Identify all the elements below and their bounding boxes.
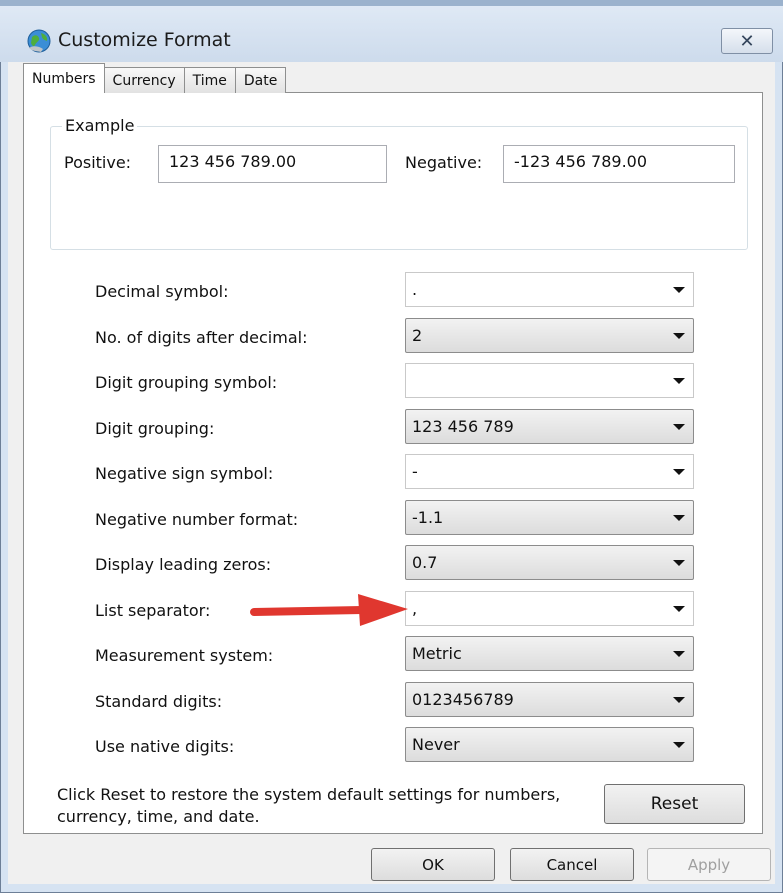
decimal-symbol-combo[interactable]: . [405,272,694,307]
cancel-button-label: Cancel [546,855,598,874]
digit-grouping-label: Digit grouping: [95,419,215,438]
close-icon: ✕ [739,30,755,52]
chevron-down-icon[interactable] [673,515,685,521]
display-leading-zeros-value: 0.7 [412,553,438,572]
standard-digits-combo[interactable]: 0123456789 [405,682,694,717]
tab-numbers[interactable]: Numbers [23,63,105,93]
chevron-down-icon[interactable] [673,651,685,657]
chevron-down-icon[interactable] [673,378,685,384]
negative-sign-symbol-value: - [412,462,418,481]
apply-button[interactable]: Apply [647,848,771,881]
positive-label: Positive: [64,153,132,172]
negative-label: Negative: [405,153,483,172]
chevron-down-icon[interactable] [673,742,685,748]
no-of-digits-after-decimal-value: 2 [412,326,423,345]
positive-example-value: 123 456 789.00 [169,152,297,171]
tab-time[interactable]: Time [183,67,236,93]
title-bar: Customize Format ✕ [0,6,783,62]
display-leading-zeros-combo[interactable]: 0.7 [405,545,694,580]
negative-sign-symbol-label: Negative sign symbol: [95,464,274,483]
measurement-system-value: Metric [412,644,462,663]
globe-icon [27,29,51,53]
display-leading-zeros-label: Display leading zeros: [95,555,272,574]
use-native-digits-value: Never [412,735,460,754]
negative-example-value: -123 456 789.00 [514,152,648,171]
negative-number-format-label: Negative number format: [95,510,299,529]
window-title: Customize Format [58,29,231,51]
measurement-system-combo[interactable]: Metric [405,636,694,671]
negative-number-format-combo[interactable]: -1.1 [405,500,694,535]
chevron-down-icon[interactable] [673,697,685,703]
chevron-down-icon[interactable] [673,606,685,612]
use-native-digits-combo[interactable]: Never [405,727,694,762]
tab-date[interactable]: Date [234,67,287,93]
list-separator-combo[interactable]: , [405,591,694,626]
ok-button-label: OK [422,855,444,874]
chevron-down-icon[interactable] [673,287,685,293]
chevron-down-icon[interactable] [673,469,685,475]
chevron-down-icon[interactable] [673,560,685,566]
negative-sign-symbol-combo[interactable]: - [405,454,694,489]
example-legend: Example [62,116,138,135]
chevron-down-icon[interactable] [673,424,685,430]
digit-grouping-symbol-label: Digit grouping symbol: [95,373,278,392]
close-button[interactable]: ✕ [721,28,773,54]
negative-example-box: -123 456 789.00 [503,145,735,183]
tab-currency[interactable]: Currency [103,67,185,93]
tab-strip: Numbers Currency Time Date [23,63,287,93]
ok-button[interactable]: OK [371,848,495,881]
list-separator-value: , [412,599,418,618]
no-of-digits-after-decimal-combo[interactable]: 2 [405,318,694,353]
digit-grouping-symbol-combo[interactable] [405,363,694,398]
digit-grouping-combo[interactable]: 123 456 789 [405,409,694,444]
reset-button[interactable]: Reset [604,784,745,824]
measurement-system-label: Measurement system: [95,646,274,665]
reset-button-label: Reset [650,794,699,814]
no-of-digits-after-decimal-label: No. of digits after decimal: [95,328,308,347]
decimal-symbol-value: . [412,280,418,299]
reset-note: Click Reset to restore the system defaul… [57,785,561,826]
decimal-symbol-label: Decimal symbol: [95,282,229,301]
cancel-button[interactable]: Cancel [510,848,634,881]
digit-grouping-value: 123 456 789 [412,417,514,436]
standard-digits-value: 0123456789 [412,690,514,709]
list-separator-label: List separator: [95,601,211,620]
red-arrow-icon [250,594,408,626]
apply-button-label: Apply [687,855,731,874]
negative-number-format-value: -1.1 [412,508,444,527]
positive-example-box: 123 456 789.00 [158,145,387,183]
chevron-down-icon[interactable] [673,333,685,339]
use-native-digits-label: Use native digits: [95,737,235,756]
standard-digits-label: Standard digits: [95,692,223,711]
